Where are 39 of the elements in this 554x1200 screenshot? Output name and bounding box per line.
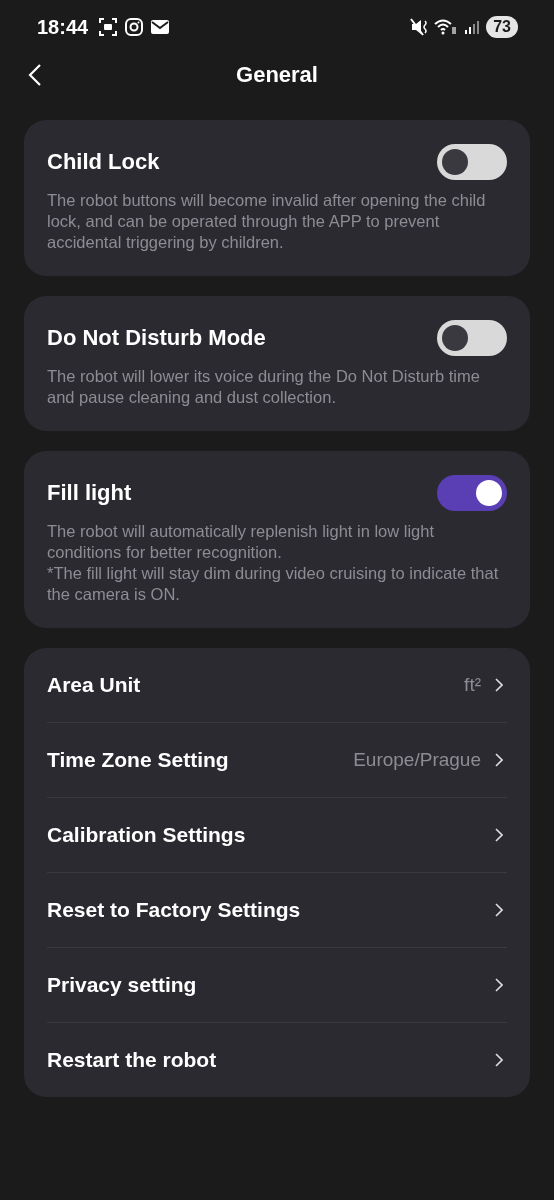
page-title: General (235, 62, 319, 88)
toggle-switch[interactable] (437, 475, 507, 511)
row-label: Restart the robot (47, 1048, 217, 1072)
row-value: Europe/Prague (353, 749, 481, 771)
setting-title: Child Lock (47, 149, 160, 175)
chevron-icon (495, 903, 503, 917)
settings-row[interactable]: Time Zone Setting Europe/Prague (47, 723, 507, 798)
screenshot-icon (98, 17, 119, 37)
setting-description: The robot buttons will become invalid after opening the child lock, and can be operated through the APP to prevent accidental triggering by children. (47, 190, 487, 253)
settings-row[interactable]: Reset to Factory Settings (47, 873, 507, 948)
settings-row[interactable]: Area Unit ft² (47, 648, 507, 723)
chevron-icon (495, 978, 503, 992)
chevron-icon (495, 828, 503, 842)
row-label: Privacy setting (47, 973, 197, 997)
toggle-switch[interactable] (437, 320, 507, 356)
chevron-icon (495, 753, 503, 767)
setting-description: The robot will automatically replenish light in low light conditions for better recognition. *The fill light will stay dim during video cruising to indicate that the camera is ON. (47, 521, 500, 605)
toggle-switch[interactable] (437, 144, 507, 180)
row-label: Time Zone Setting (47, 748, 229, 772)
settings-row[interactable]: Privacy setting (47, 948, 507, 1023)
settings-row[interactable]: Calibration Settings (47, 798, 507, 873)
row-label: Area Unit (47, 673, 141, 697)
setting-title: Do Not Disturb Mode (47, 325, 266, 351)
battery-indicator: 73 (486, 16, 518, 38)
settings-row[interactable]: Restart the robot (47, 1023, 507, 1097)
chevron-icon (495, 678, 503, 692)
chevron-icon (495, 1053, 503, 1067)
mail-icon (150, 19, 171, 35)
row-label: Calibration Settings (47, 823, 246, 847)
row-label: Reset to Factory Settings (47, 898, 301, 922)
mute-icon (410, 18, 429, 36)
camera-icon (124, 17, 145, 37)
signal-icon (464, 19, 481, 35)
setting-title: Fill light (47, 480, 132, 506)
clock-time: 18:44 (37, 15, 89, 39)
row-value: ft² (464, 674, 481, 696)
back-icon (28, 63, 42, 87)
wifi-icon (434, 18, 459, 36)
setting-description: The robot will lower its voice during the Do Not Disturb time and pause cleaning and dust collection. (47, 366, 481, 408)
